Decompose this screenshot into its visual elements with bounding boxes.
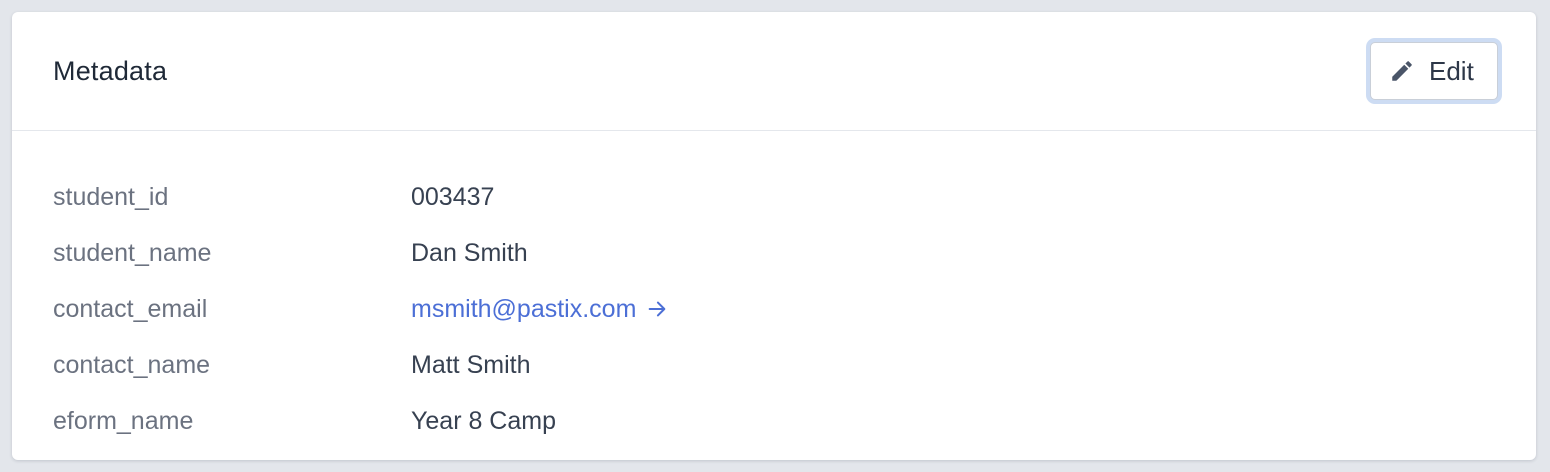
metadata-key: contact_name — [53, 350, 211, 379]
pencil-icon — [1389, 58, 1415, 84]
arrow-right-icon — [646, 298, 668, 320]
metadata-key: eform_name — [53, 406, 194, 435]
metadata-key: student_id — [53, 182, 169, 211]
metadata-card: Metadata Edit student_id 003437 student_… — [12, 12, 1536, 460]
metadata-value: Dan Smith — [411, 238, 528, 267]
edit-button[interactable]: Edit — [1370, 42, 1498, 100]
card-title: Metadata — [53, 55, 168, 86]
metadata-value: Year 8 Camp — [411, 406, 556, 435]
metadata-value: 003437 — [411, 182, 495, 211]
edit-button-label: Edit — [1429, 55, 1474, 86]
metadata-row-eform-name: eform_name Year 8 Camp — [53, 393, 1536, 449]
metadata-row-contact-email: contact_email msmith@pastix.com — [53, 281, 1536, 337]
metadata-list: student_id 003437 student_name Dan Smith… — [12, 131, 1536, 449]
contact-email-link[interactable]: msmith@pastix.com — [411, 295, 668, 324]
metadata-key: student_name — [53, 238, 212, 267]
metadata-row-student-name: student_name Dan Smith — [53, 225, 1536, 281]
metadata-value: Matt Smith — [411, 350, 531, 379]
metadata-key: contact_email — [53, 294, 208, 323]
card-header: Metadata Edit — [12, 12, 1536, 131]
contact-email-text: msmith@pastix.com — [411, 294, 637, 323]
metadata-row-student-id: student_id 003437 — [53, 169, 1536, 225]
metadata-row-contact-name: contact_name Matt Smith — [53, 337, 1536, 393]
